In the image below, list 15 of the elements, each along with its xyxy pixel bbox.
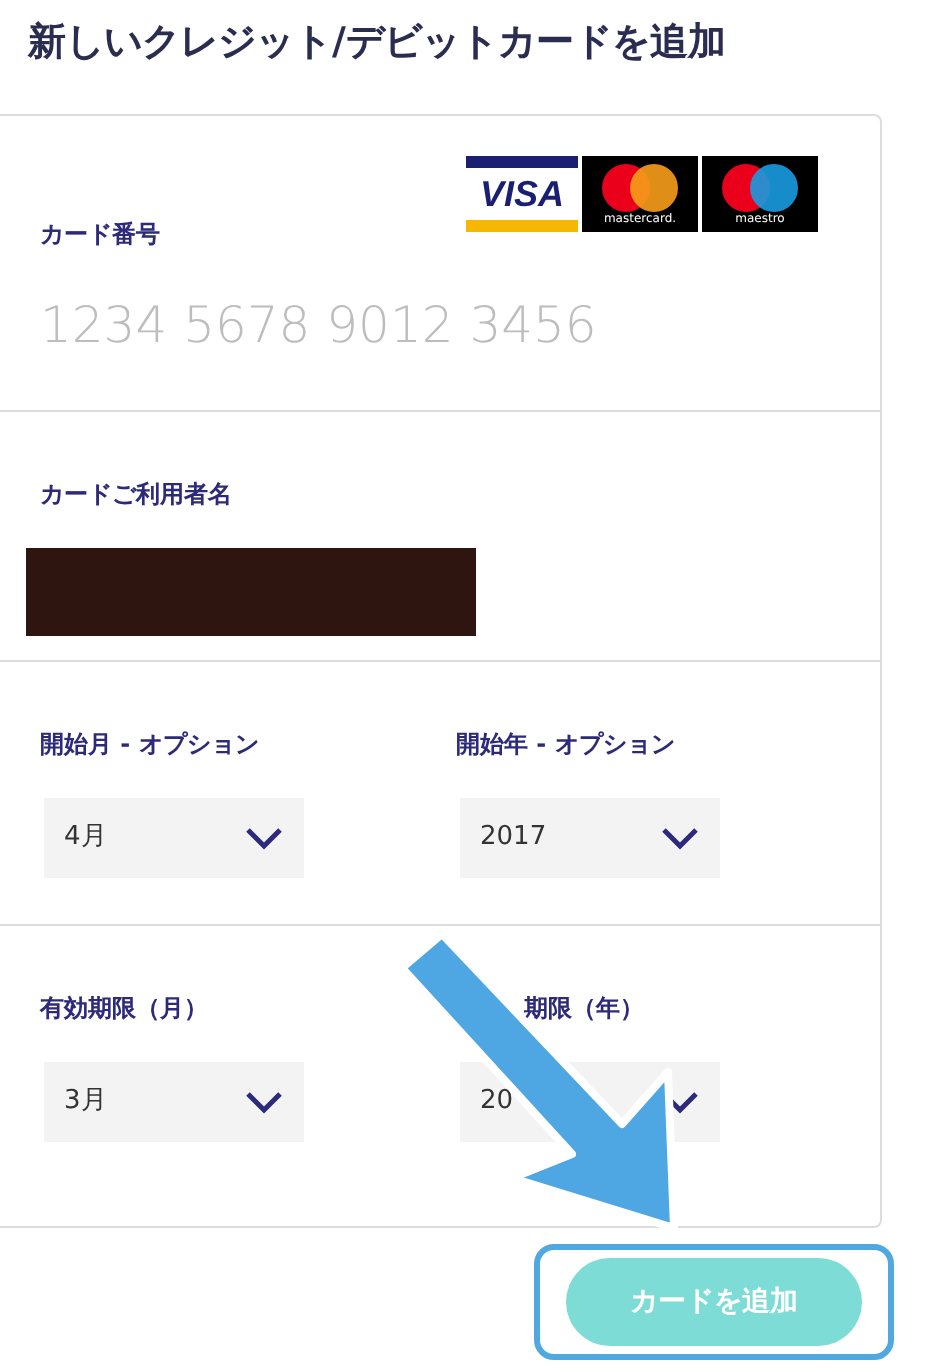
chevron-down-icon	[660, 826, 700, 850]
page-title: 新しいクレジット/デビットカードを追加	[25, 18, 728, 68]
dropdown[interactable]: 2017	[460, 798, 720, 878]
field-label: カード番号	[40, 218, 160, 252]
chevron-down-icon	[244, 826, 284, 850]
field-label: 開始月 - オプション	[40, 728, 259, 762]
name-input[interactable]	[26, 548, 476, 636]
chevron-down-icon	[244, 1090, 284, 1114]
field-label: 開始年 - オプション	[456, 728, 675, 762]
field-label: 期限（年）	[524, 992, 644, 1026]
dropdown[interactable]: 3月	[44, 1062, 304, 1142]
field-label: カードご利用者名	[40, 478, 232, 512]
field-label: 有効期限（月）	[40, 992, 208, 1026]
dropdown[interactable]: 4月	[44, 798, 304, 878]
visa-logo: VISA	[466, 156, 578, 232]
